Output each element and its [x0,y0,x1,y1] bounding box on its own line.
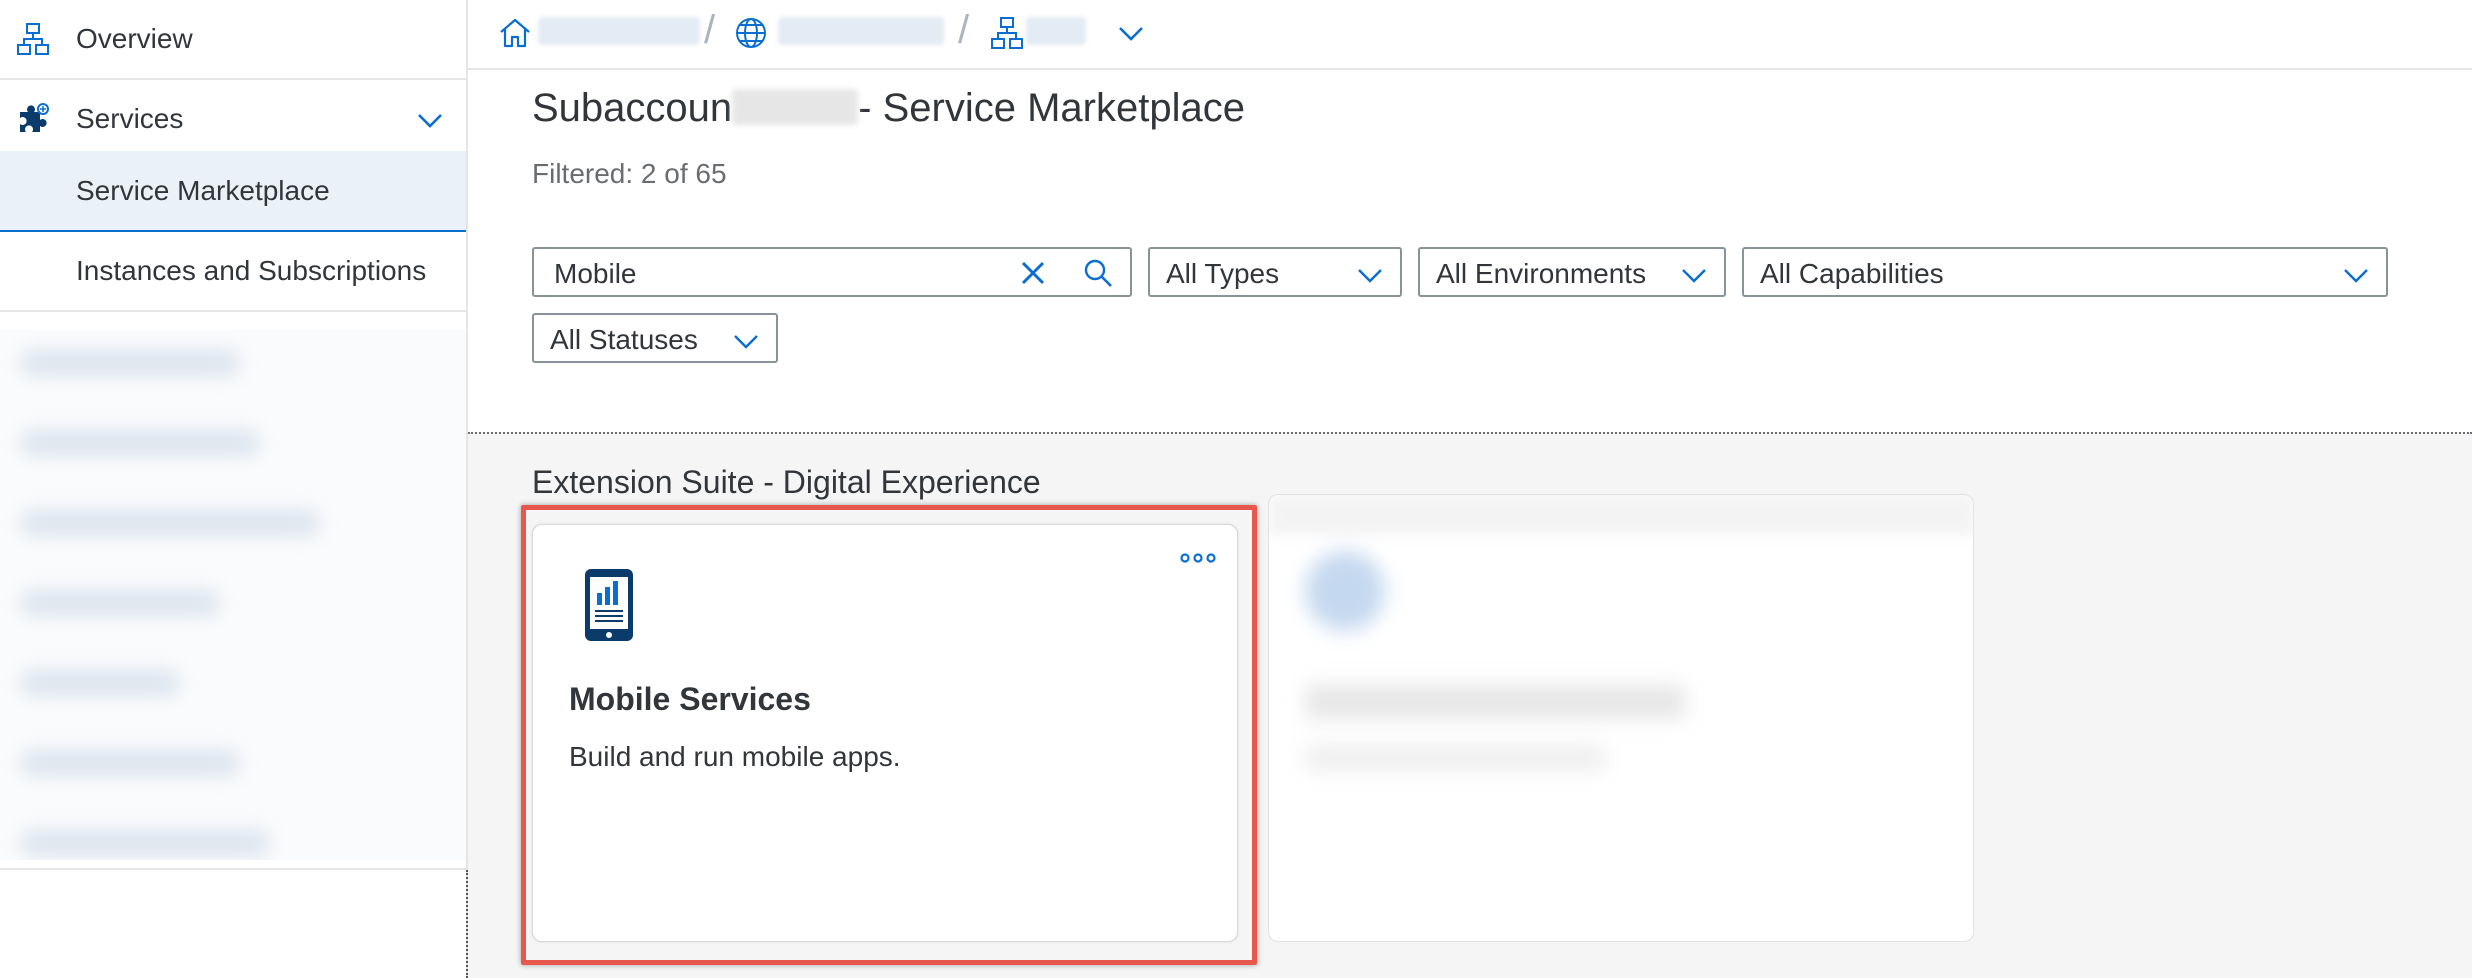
hierarchy-icon[interactable] [990,16,1024,50]
status-filter-value: All Statuses [550,324,698,355]
redacted-card-description [1305,745,1605,771]
capability-filter-value: All Capabilities [1760,258,1944,289]
sidebar: Overview Services Service Marketplace In… [0,0,468,978]
redacted-breadcrumb[interactable] [778,17,944,45]
hierarchy-icon [17,23,49,55]
service-card-redacted[interactable] [1268,494,1974,942]
sidebar-item-label: Services [76,103,184,134]
card-title: Mobile Services [569,681,811,717]
search-icon[interactable] [1082,257,1114,289]
search-input-value[interactable]: Mobile [554,258,636,290]
type-filter-value: All Types [1166,258,1280,289]
chevron-down-icon[interactable] [416,106,444,134]
page-title: Subaccoun - Service Marketplace [532,86,1245,131]
sidebar-item-services[interactable]: Services [0,80,466,160]
globe-icon[interactable] [734,16,768,50]
sidebar-item-instances-subscriptions[interactable]: Instances and Subscriptions [0,232,466,312]
page-title-suffix: - Service Marketplace [858,86,1245,130]
sidebar-item-overview[interactable]: Overview [0,0,466,80]
redacted-breadcrumb[interactable] [1026,17,1086,45]
chevron-down-icon [2344,269,2368,283]
home-icon[interactable] [498,16,532,50]
chevron-down-icon [1682,269,1706,283]
service-card-mobile-services[interactable]: Mobile Services Build and run mobile app… [532,524,1238,942]
sidebar-item-label: Instances and Subscriptions [76,255,427,286]
section-title: Extension Suite - Digital Experience [532,464,1041,500]
search-input[interactable]: Mobile [532,247,1132,297]
mobile-device-icon [585,569,633,641]
breadcrumb-separator: / [958,8,970,52]
divider [0,868,466,870]
chevron-down-icon[interactable] [1116,18,1146,48]
breadcrumb: / / [468,0,2472,70]
filtered-count: Filtered: 2 of 65 [532,158,727,189]
redacted-navigation [0,330,466,860]
redacted-subaccount-name [732,89,859,125]
sidebar-item-service-marketplace[interactable]: Service Marketplace [0,151,466,232]
redacted-service-icon [1305,551,1385,631]
status-filter-select[interactable]: All Statuses [532,313,778,363]
more-options-icon[interactable] [1179,551,1217,565]
chevron-down-icon [734,335,758,349]
puzzle-icon [20,103,49,132]
clear-icon[interactable] [1018,258,1048,288]
breadcrumb-separator: / [704,8,716,52]
sidebar-item-label: Service Marketplace [76,174,330,206]
card-description: Build and run mobile apps. [569,741,901,772]
sidebar-item-label: Overview [76,23,193,54]
environment-filter-value: All Environments [1436,258,1647,289]
chevron-down-icon [1358,269,1382,283]
environment-filter-select[interactable]: All Environments [1418,247,1726,297]
redacted-breadcrumb[interactable] [538,17,700,45]
capability-filter-select[interactable]: All Capabilities [1742,247,2388,297]
type-filter-select[interactable]: All Types [1148,247,1402,297]
page-title-prefix: Subaccoun [532,86,733,130]
redacted-card-title [1305,685,1685,719]
